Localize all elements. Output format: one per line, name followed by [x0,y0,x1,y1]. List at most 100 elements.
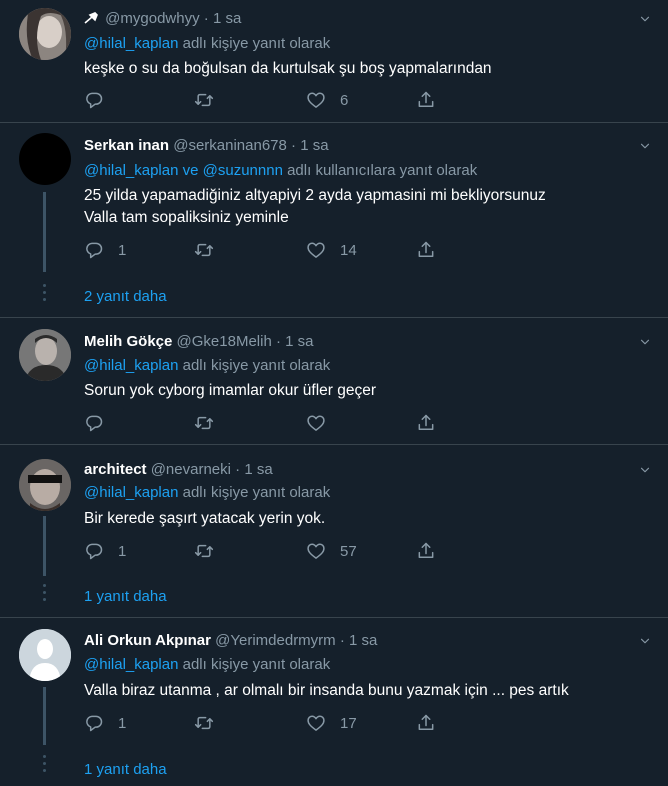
tweet[interactable]: @mygodwhyy · 1 sa @hilal_kaplan adlı kiş… [0,0,668,123]
like-button[interactable] [306,412,340,434]
share-button[interactable] [416,540,436,562]
mention-link[interactable]: @hilal_kaplan [84,484,178,501]
user-name[interactable]: architect [84,461,147,478]
tweet-text-line: Valla tam sopaliksiniz yeminle [84,209,289,226]
user-handle[interactable]: @mygodwhyy [105,10,199,27]
retweet-button[interactable] [194,89,214,111]
show-more-replies-link[interactable]: 2 yanıt daha [84,288,167,305]
like-count: 14 [340,241,357,259]
avatar[interactable] [19,459,71,511]
tweet[interactable]: Melih Gökçe @Gke18Melih · 1 sa @hilal_ka… [0,319,668,445]
mention-link[interactable]: @hilal_kaplan [84,35,178,52]
tweet-time[interactable]: 1 sa [213,10,241,27]
user-name[interactable]: Serkan inan [84,137,169,154]
default-avatar-icon [19,629,71,681]
tweet-text-line: Bir kerede şaşırt yatacak yerin yok. [84,510,326,527]
mention-link[interactable]: @hilal_kaplan ve @suzunnnn [84,162,283,179]
separator-dot: · [275,333,281,350]
share-icon [416,413,436,433]
avatar[interactable] [19,8,71,60]
tweet[interactable]: Ali Orkun Akpınar @Yerimdedrmyrm · 1 sa … [0,619,668,786]
pin-icon [84,12,98,24]
tweet[interactable]: architect @nevarneki · 1 sa @hilal_kapla… [0,446,668,618]
retweet-button[interactable] [194,239,214,261]
chevron-down-icon[interactable] [638,634,652,648]
user-handle[interactable]: @Gke18Melih [177,333,272,350]
share-icon [416,240,436,260]
reply-suffix: adlı kişiye yanıt olarak [178,35,331,52]
like-icon [306,541,326,561]
reply-suffix: adlı kişiye yanıt olarak [178,484,331,501]
avatar[interactable] [19,133,71,185]
tweet-time[interactable]: 1 sa [244,461,272,478]
tweet[interactable]: Serkan inan @serkaninan678 · 1 sa @hilal… [0,124,668,318]
user-name[interactable]: Melih Gökçe [84,333,172,350]
avatar[interactable] [19,329,71,381]
tweet-header: architect @nevarneki · 1 sa [84,461,273,478]
user-handle[interactable]: @serkaninan678 [173,137,287,154]
chevron-down-icon[interactable] [638,12,652,26]
reply-icon [84,90,104,110]
reply-count: 1 [118,241,127,259]
reply-button[interactable] [84,412,118,434]
avatar-image [19,8,71,60]
share-icon [416,541,436,561]
retweet-icon [194,240,214,260]
retweet-button[interactable] [194,712,214,734]
more-dots-icon [40,284,50,305]
avatar-image [19,459,71,511]
chevron-down-icon[interactable] [638,335,652,349]
tweet-time[interactable]: 1 sa [300,137,328,154]
reply-context: @hilal_kaplan ve @suzunnnn adlı kullanıc… [84,162,477,179]
avatar-image [19,329,71,381]
retweet-icon [194,713,214,733]
show-more-replies-link[interactable]: 1 yanıt daha [84,588,167,605]
user-handle[interactable]: @nevarneki [151,461,231,478]
reply-count: 1 [118,714,127,732]
user-handle[interactable]: @Yerimdedrmyrm [215,632,336,649]
tweet-time[interactable]: 1 sa [285,333,313,350]
like-button[interactable]: 17 [306,712,357,734]
more-dots-icon [40,584,50,605]
like-icon [306,413,326,433]
avatar[interactable] [19,629,71,681]
mention-link[interactable]: @hilal_kaplan [84,656,178,673]
reply-button[interactable]: 1 [84,239,126,261]
tweet-text-line: Valla biraz utanma , ar olmalı bir insan… [84,682,569,699]
thread-line [43,192,46,272]
retweet-button[interactable] [194,540,214,562]
tweet-text-line: Sorun yok cyborg imamlar okur üfler geçe… [84,382,377,399]
reply-context: @hilal_kaplan adlı kişiye yanıt olarak [84,656,330,673]
reply-button[interactable]: 1 [84,540,126,562]
reply-button[interactable]: 1 [84,712,126,734]
tweet-text: keşke o su da boğulsan da kurtulsak şu b… [84,58,492,80]
reply-suffix: adlı kişiye yanıt olarak [178,357,331,374]
show-more-replies-link[interactable]: 1 yanıt daha [84,761,167,778]
like-button[interactable]: 14 [306,239,357,261]
user-name[interactable]: Ali Orkun Akpınar [84,632,211,649]
reply-button[interactable] [84,89,118,111]
reply-suffix: adlı kişiye yanıt olarak [178,656,331,673]
tweet-text: 25 yilda yapamadiğiniz altyapiyi 2 ayda … [84,185,546,229]
mention-link[interactable]: @hilal_kaplan [84,357,178,374]
thread-line [43,687,46,745]
chevron-down-icon[interactable] [638,463,652,477]
share-button[interactable] [416,712,436,734]
share-button[interactable] [416,239,436,261]
thread-line [43,516,46,576]
chevron-down-icon[interactable] [638,139,652,153]
retweet-icon [194,413,214,433]
retweet-button[interactable] [194,412,214,434]
tweet-text-line: 25 yilda yapamadiğiniz altyapiyi 2 ayda … [84,187,546,204]
reply-suffix: adlı kullanıcılara yanıt olarak [282,162,478,179]
tweet-text-line: keşke o su da boğulsan da kurtulsak şu b… [84,60,492,77]
reply-context: @hilal_kaplan adlı kişiye yanıt olarak [84,35,330,52]
share-button[interactable] [416,89,436,111]
tweet-header: Serkan inan @serkaninan678 · 1 sa [84,137,329,154]
share-icon [416,713,436,733]
like-button[interactable]: 57 [306,540,357,562]
reply-count: 1 [118,542,127,560]
share-button[interactable] [416,412,436,434]
like-button[interactable]: 6 [306,89,348,111]
tweet-time[interactable]: 1 sa [349,632,377,649]
